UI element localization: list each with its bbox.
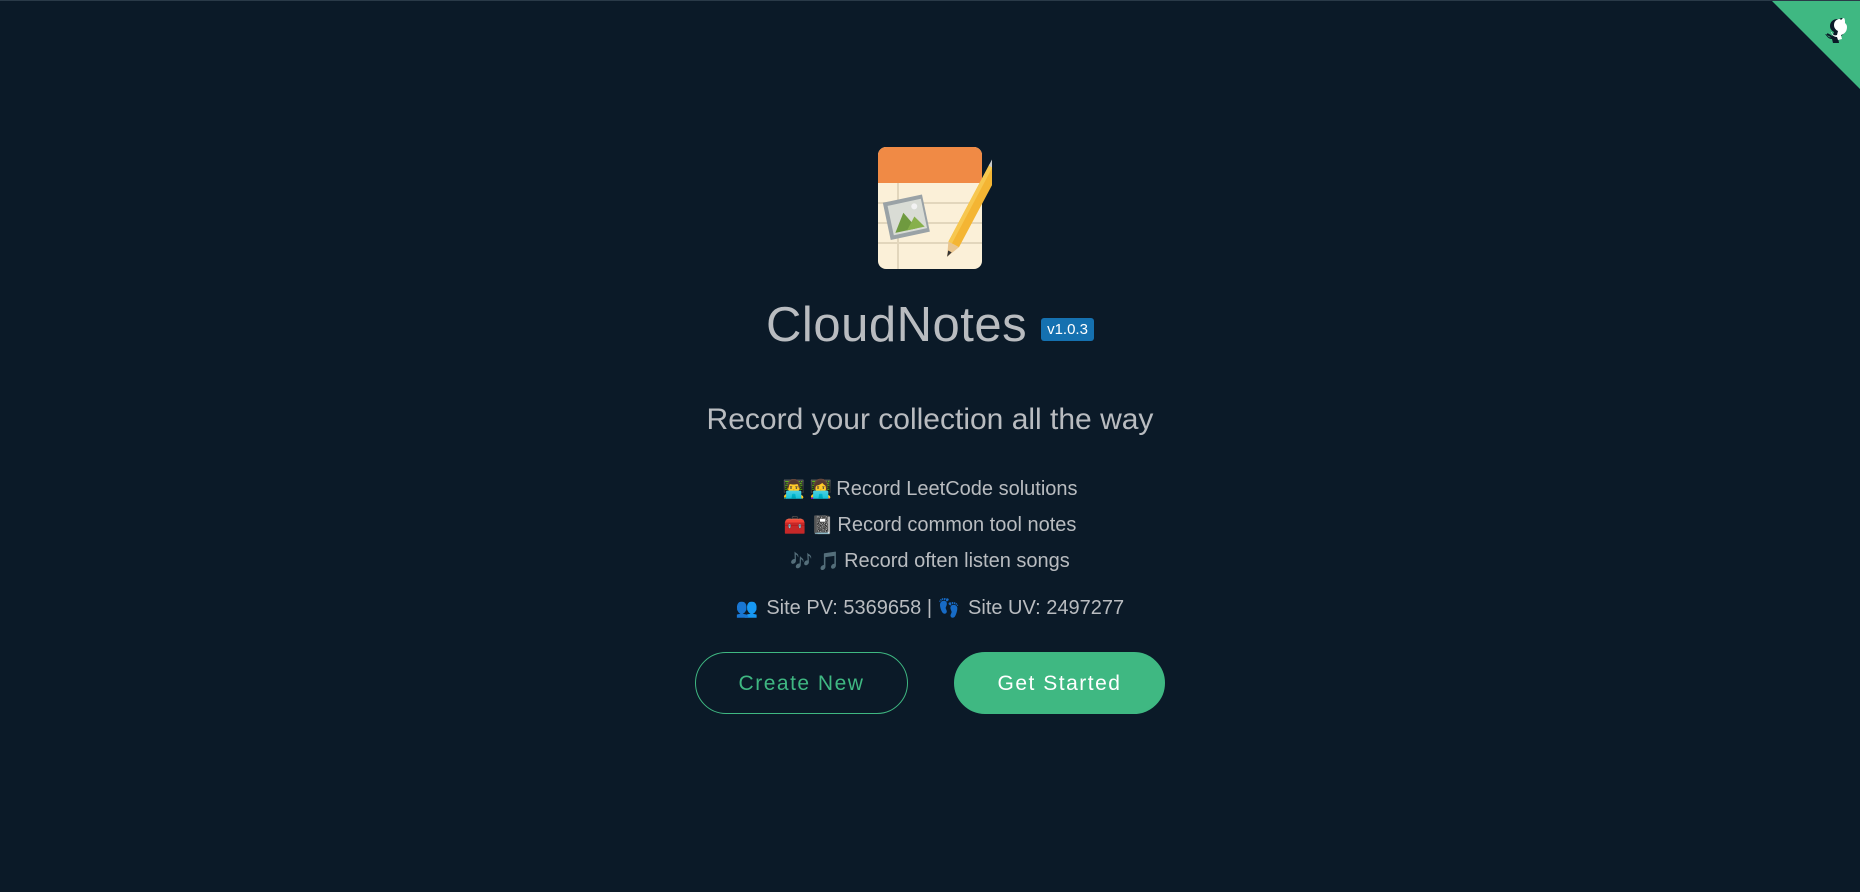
feature-text: Record common tool notes: [837, 514, 1077, 536]
stats-separator: |: [926, 597, 933, 619]
feature-text: Record often listen songs: [844, 550, 1070, 572]
feature-item-songs: 🎶 🎵 Record often listen songs: [0, 543, 1860, 579]
music-notes-icon: 🎶 🎵: [790, 551, 841, 571]
github-corner-icon: [1772, 1, 1860, 89]
people-icon: 👥: [735, 598, 759, 618]
feature-item-tools: 🧰 📓 Record common tool notes: [0, 507, 1860, 543]
footprints-icon: 👣: [937, 598, 961, 618]
app-logo: [876, 145, 1004, 273]
create-new-button[interactable]: Create New: [695, 652, 908, 714]
title-row: CloudNotes v1.0.3: [0, 297, 1860, 353]
github-corner-link[interactable]: [1772, 1, 1860, 89]
notebook-pencil-logo-icon: [878, 147, 1004, 269]
version-badge: v1.0.3: [1041, 317, 1094, 341]
site-stats: 👥 Site PV: 5369658 | 👣 Site UV: 2497277: [0, 597, 1860, 620]
get-started-button[interactable]: Get Started: [954, 652, 1165, 714]
feature-item-leetcode: 👨‍💻 👩‍💻 Record LeetCode solutions: [0, 471, 1860, 507]
tagline: Record your collection all the way: [706, 403, 1154, 436]
feature-list: 👨‍💻 👩‍💻 Record LeetCode solutions 🧰 📓 Reco…: [0, 471, 1860, 579]
action-buttons: Create New Get Started: [0, 652, 1860, 714]
app-title: CloudNotes: [766, 298, 1028, 352]
technologist-icon: 👨‍💻 👩‍💻: [782, 479, 833, 499]
feature-text: Record LeetCode solutions: [836, 478, 1078, 500]
site-uv: Site UV: 2497277: [968, 597, 1125, 619]
toolbox-notebook-icon: 🧰 📓: [783, 515, 834, 535]
landing-page: CloudNotes v1.0.3 Record your collection …: [0, 0, 1860, 892]
site-pv: Site PV: 5369658: [766, 597, 922, 619]
